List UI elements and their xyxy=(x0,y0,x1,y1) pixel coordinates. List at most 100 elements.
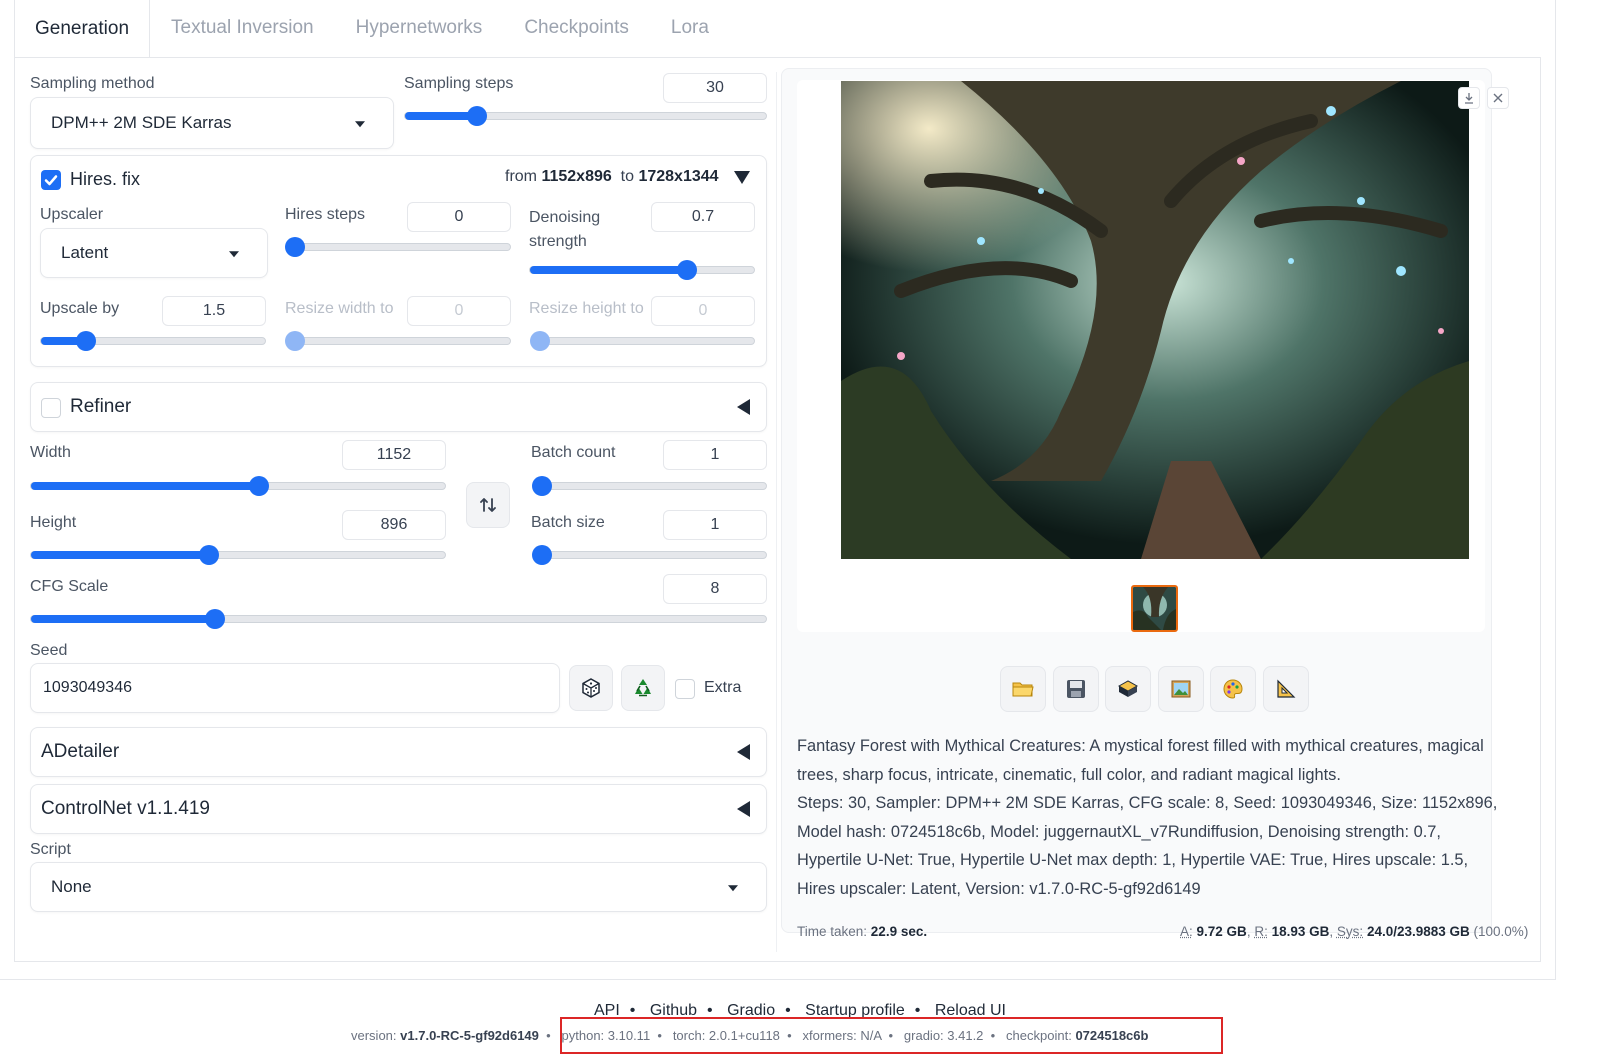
script-value: None xyxy=(51,877,92,896)
batch-count-input[interactable]: 1 xyxy=(663,440,767,470)
height-slider[interactable] xyxy=(30,545,446,565)
palette-icon xyxy=(1223,679,1243,699)
generated-image[interactable] xyxy=(841,81,1469,559)
slider-thumb[interactable] xyxy=(285,237,305,257)
close-icon xyxy=(1493,93,1503,103)
denoising-strength-slider[interactable] xyxy=(529,260,755,280)
save-button[interactable] xyxy=(1053,666,1099,712)
send-to-img2img-button[interactable] xyxy=(1158,666,1204,712)
batch-count-label: Batch count xyxy=(531,444,616,461)
mem-sys-label: Sys: xyxy=(1336,924,1364,939)
hires-steps-label: Hires steps xyxy=(285,206,366,223)
width-slider[interactable] xyxy=(30,476,446,496)
width-label: Width xyxy=(30,444,71,461)
upscaler-value: Latent xyxy=(61,243,109,262)
tab-checkpoints[interactable]: Checkpoints xyxy=(503,0,650,55)
sampling-method-dropdown[interactable]: DPM++ 2M SDE Karras xyxy=(30,97,394,149)
upscale-by-input[interactable]: 1.5 xyxy=(162,296,266,326)
hires-steps-input[interactable]: 0 xyxy=(407,202,511,232)
hires-size-summary: from 1152x896 to 1728x1344 xyxy=(505,168,719,186)
adetailer-title: ADetailer xyxy=(41,741,120,762)
info-prompt: Fantasy Forest with Mythical Creatures: … xyxy=(797,737,1484,784)
slider-thumb[interactable] xyxy=(676,260,697,280)
cfg-scale-slider[interactable] xyxy=(30,609,767,629)
thumbnail-image xyxy=(1133,587,1176,630)
denoising-strength-label: Denoising strength xyxy=(529,209,601,250)
slider-thumb[interactable] xyxy=(532,545,552,565)
slider-thumb[interactable] xyxy=(532,476,552,496)
slider-thumb[interactable] xyxy=(530,331,550,351)
sampling-steps-slider[interactable] xyxy=(404,106,767,126)
to-text: to xyxy=(620,168,634,185)
resize-height-slider[interactable] xyxy=(530,331,755,351)
upscaler-dropdown[interactable]: Latent xyxy=(40,228,268,278)
from-size: 1152x896 xyxy=(541,168,612,185)
slider-thumb[interactable] xyxy=(248,476,269,496)
chevron-down-icon xyxy=(229,251,239,258)
sampling-steps-label: Sampling steps xyxy=(404,75,514,92)
mem-percent: (100.0%) xyxy=(1473,924,1529,939)
collapse-triangle-icon[interactable] xyxy=(734,171,750,184)
width-input[interactable]: 1152 xyxy=(342,440,446,470)
zip-button[interactable] xyxy=(1105,666,1151,712)
refiner-accordion[interactable] xyxy=(30,382,767,432)
batch-size-input[interactable]: 1 xyxy=(663,510,767,540)
resize-width-slider[interactable] xyxy=(285,331,511,351)
resize-height-label: Resize height to xyxy=(529,300,644,317)
batch-count-slider[interactable] xyxy=(532,476,767,496)
hires-steps-slider[interactable] xyxy=(285,237,511,257)
send-to-inpaint-button[interactable] xyxy=(1210,666,1256,712)
resize-height-input[interactable]: 0 xyxy=(651,296,755,326)
mem-r-value: 18.93 GB xyxy=(1271,924,1330,939)
reuse-seed-button[interactable] xyxy=(621,665,665,711)
tab-hypernetworks[interactable]: Hypernetworks xyxy=(335,0,504,55)
ruler-icon xyxy=(1277,679,1296,698)
adetailer-accordion[interactable]: ADetailer xyxy=(30,727,767,777)
time-taken-value: 22.9 sec. xyxy=(870,924,928,939)
random-seed-button[interactable] xyxy=(569,665,613,711)
resize-width-input[interactable]: 0 xyxy=(407,296,511,326)
time-taken-label: Time taken: xyxy=(797,924,868,939)
save-icon xyxy=(1067,680,1085,698)
controlnet-accordion[interactable]: ControlNet v1.1.419 xyxy=(30,784,767,834)
refiner-checkbox[interactable] xyxy=(41,398,61,418)
slider-thumb[interactable] xyxy=(285,331,305,351)
extra-seed-label: Extra xyxy=(704,679,742,696)
highlight-box xyxy=(560,1017,1223,1054)
seed-value: 1093049346 xyxy=(43,679,132,696)
tab-generation[interactable]: Generation xyxy=(14,0,151,58)
tab-textual-inversion[interactable]: Textual Inversion xyxy=(150,0,335,55)
sampling-steps-input[interactable]: 30 xyxy=(663,73,767,103)
send-to-extras-button[interactable] xyxy=(1263,666,1309,712)
hires-fix-label: Hires. fix xyxy=(70,169,141,189)
mem-r-label: R: xyxy=(1254,924,1268,939)
expand-triangle-icon xyxy=(737,744,750,760)
seed-input[interactable]: 1093049346 xyxy=(30,663,560,713)
cfg-scale-input[interactable]: 8 xyxy=(663,574,767,604)
controlnet-title: ControlNet v1.1.419 xyxy=(41,798,210,819)
image-icon xyxy=(1171,680,1191,698)
denoising-strength-input[interactable]: 0.7 xyxy=(651,202,755,232)
upscale-by-label: Upscale by xyxy=(40,300,120,317)
swap-dimensions-button[interactable] xyxy=(466,482,510,528)
extra-seed-checkbox[interactable] xyxy=(675,679,695,699)
slider-thumb[interactable] xyxy=(204,609,225,629)
upscale-by-slider[interactable] xyxy=(40,331,266,351)
batch-size-slider[interactable] xyxy=(532,545,767,565)
download-button[interactable] xyxy=(1458,87,1480,109)
height-input[interactable]: 896 xyxy=(342,510,446,540)
tab-lora[interactable]: Lora xyxy=(650,0,730,55)
forest-image xyxy=(841,81,1469,559)
expand-triangle-icon xyxy=(737,801,750,817)
script-dropdown[interactable]: None xyxy=(30,862,767,912)
close-image-button[interactable] xyxy=(1487,87,1509,109)
sampling-method-label: Sampling method xyxy=(30,75,155,92)
slider-thumb[interactable] xyxy=(75,331,96,351)
generation-info: Fantasy Forest with Mythical Creatures: … xyxy=(797,732,1507,903)
tab-bar: Generation Textual Inversion Hypernetwor… xyxy=(14,0,730,58)
resize-width-label: Resize width to xyxy=(285,300,394,317)
slider-thumb[interactable] xyxy=(199,545,220,565)
gallery-thumbnail[interactable] xyxy=(1131,585,1178,632)
hires-fix-checkbox[interactable] xyxy=(41,170,61,190)
open-folder-button[interactable] xyxy=(1000,666,1046,712)
